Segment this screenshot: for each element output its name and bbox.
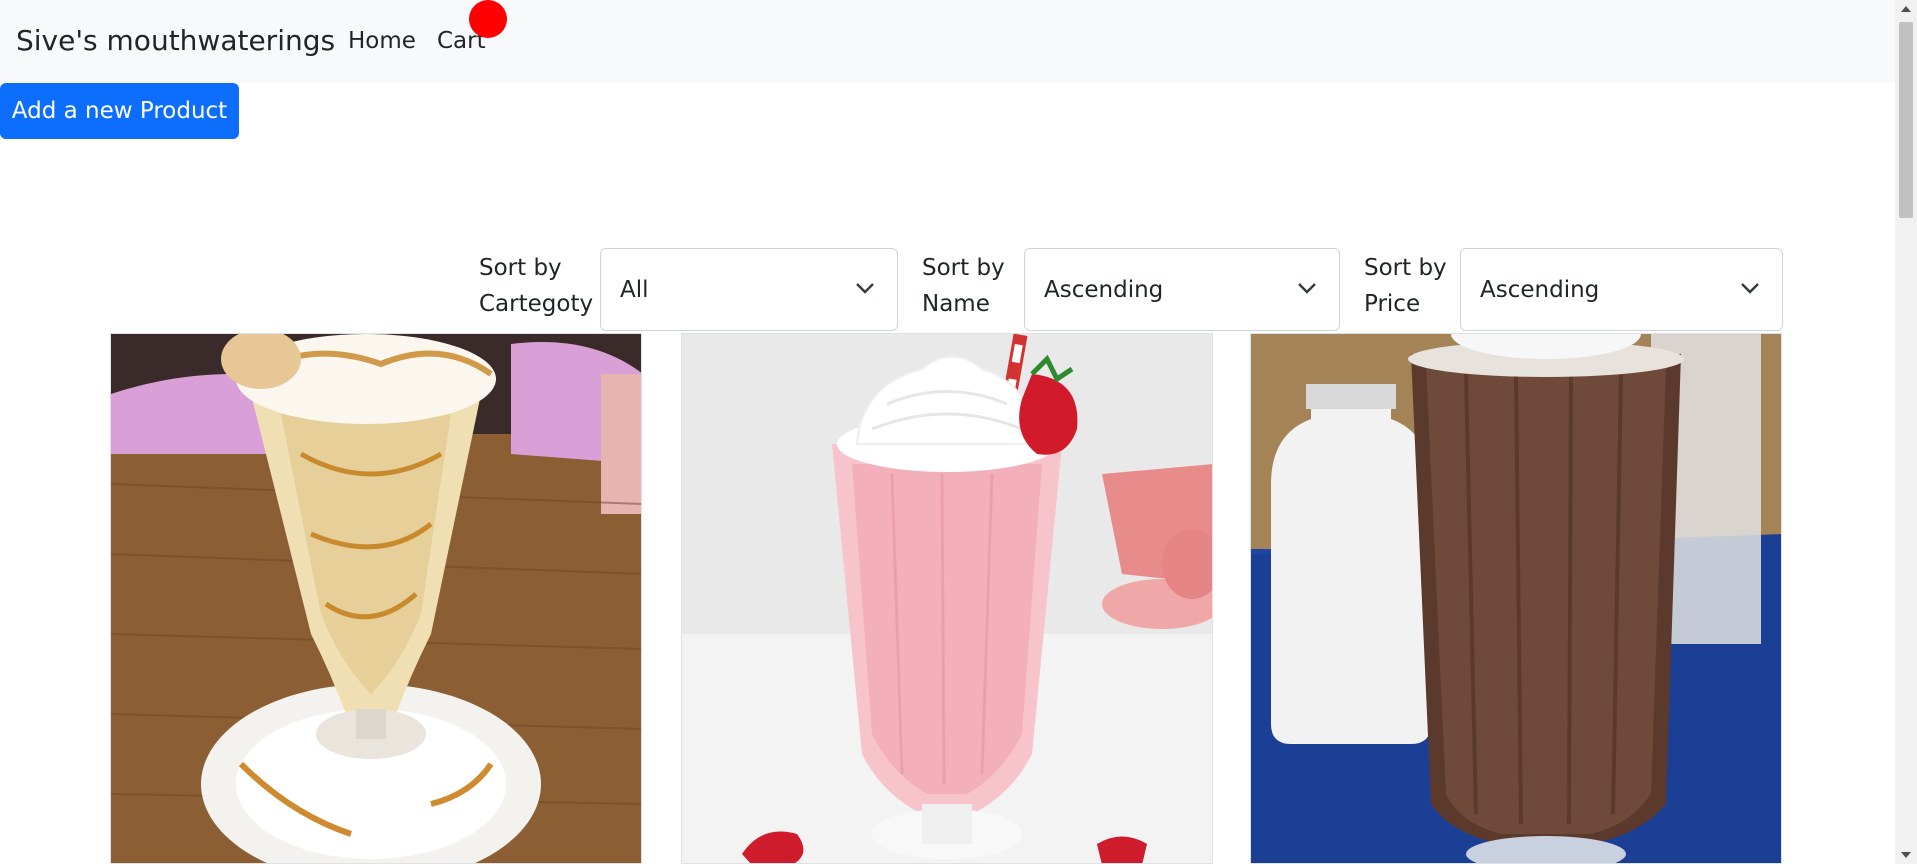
product-card[interactable] — [110, 333, 642, 864]
product-card[interactable] — [681, 333, 1213, 864]
strawberry-milkshake-image — [682, 334, 1212, 863]
scroll-down-icon[interactable] — [1901, 852, 1911, 858]
scroll-up-icon[interactable] — [1901, 6, 1911, 12]
scroll-thumb[interactable] — [1899, 22, 1913, 218]
navbar-brand[interactable]: Sive's mouthwaterings — [16, 24, 335, 57]
chocolate-milkshake-image — [1251, 334, 1781, 863]
caramel-milkshake-image — [111, 334, 641, 863]
page-scrollbar[interactable] — [1895, 0, 1917, 864]
name-sort-label: Sort by Name — [922, 255, 1005, 317]
add-product-button[interactable]: Add a new Product — [0, 83, 239, 139]
category-select[interactable]: All — [600, 248, 898, 331]
category-select-value: All — [620, 276, 649, 303]
price-select[interactable]: Ascending — [1460, 248, 1783, 331]
nav-link-home[interactable]: Home — [348, 28, 416, 54]
chevron-down-icon — [1298, 283, 1316, 294]
name-select[interactable]: Ascending — [1024, 248, 1340, 331]
name-select-value: Ascending — [1044, 276, 1164, 303]
product-card[interactable] — [1250, 333, 1782, 864]
chevron-down-icon — [856, 283, 874, 294]
price-select-value: Ascending — [1480, 276, 1600, 303]
navbar: Sive's mouthwaterings Home Cart — [0, 0, 1895, 83]
price-sort-label: Sort by Price — [1364, 255, 1447, 317]
chevron-down-icon — [1741, 283, 1759, 294]
category-sort-label: Sort by Cartegoty — [479, 255, 594, 317]
cart-badge — [469, 0, 507, 38]
